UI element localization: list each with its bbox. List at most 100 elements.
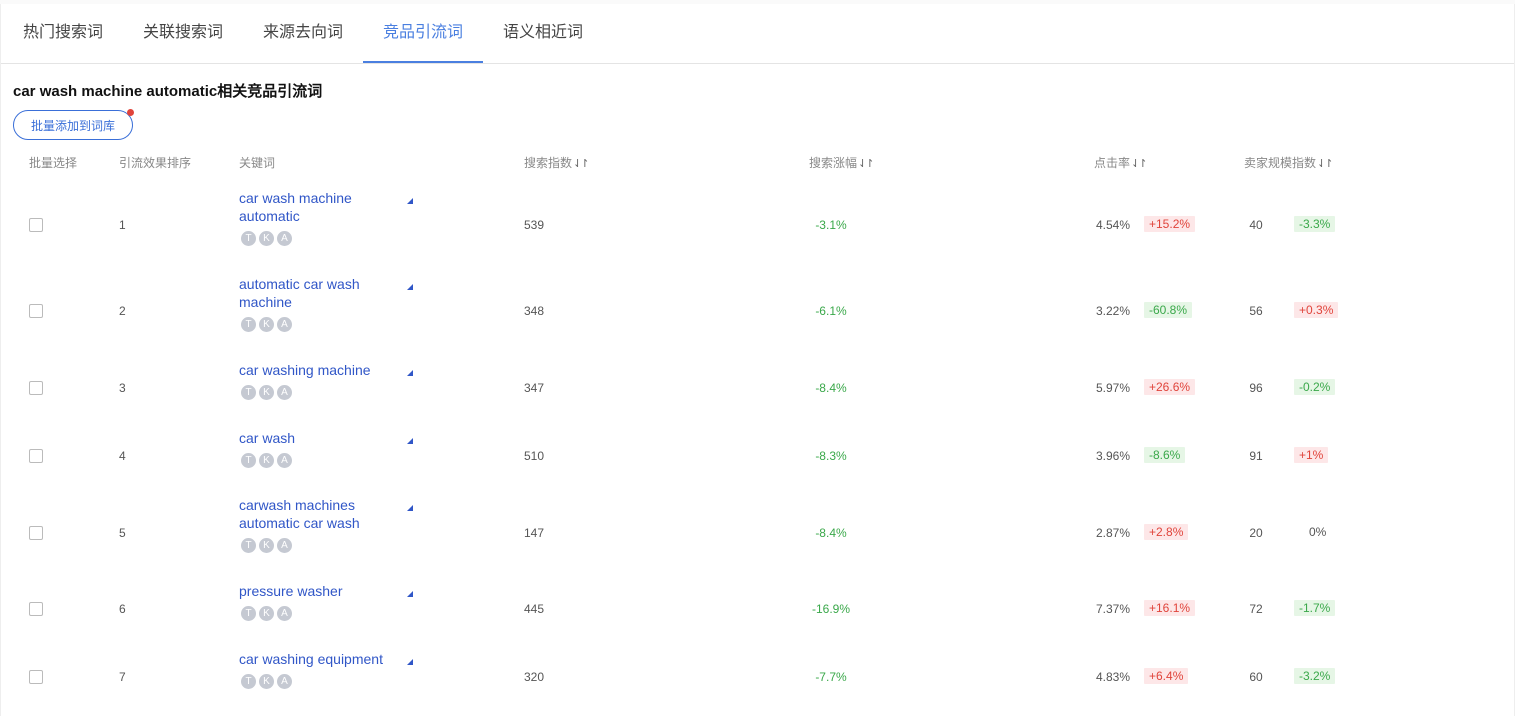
badge-k-icon: K [259, 674, 274, 689]
header-rank: 引流效果排序 [119, 156, 192, 170]
keyword-badges: TKA [241, 317, 295, 335]
keyword-link[interactable]: car wash machine automatic [239, 189, 404, 225]
search-growth-value: -8.4% [815, 381, 847, 395]
seller-change-badge: -0.2% [1294, 379, 1336, 395]
search-index-value: 147 [524, 526, 545, 540]
badge-k-icon: K [259, 231, 274, 246]
header-search-index[interactable]: 搜索指数⇃↾ [524, 154, 590, 171]
row-checkbox[interactable] [29, 449, 43, 463]
seller-change-badge: -1.7% [1294, 600, 1336, 616]
seller-scale-value: 60 [1249, 670, 1263, 684]
badge-a-icon: A [277, 385, 292, 400]
seller-scale-value: 91 [1249, 449, 1263, 463]
search-growth-value: -6.1% [815, 304, 847, 318]
header-search-growth-label: 搜索涨幅 [809, 156, 858, 170]
row-checkbox[interactable] [29, 670, 43, 684]
header-seller-scale[interactable]: 卖家规模指数⇃↾ [1244, 154, 1334, 171]
header-search-index-label: 搜索指数 [524, 156, 573, 170]
search-index-value: 347 [524, 381, 545, 395]
keyword-link[interactable]: car wash [239, 429, 404, 447]
ctr-change-badge: -8.6% [1144, 447, 1186, 463]
search-growth-value: -16.9% [811, 602, 851, 616]
search-index-value: 510 [524, 449, 545, 463]
expand-triangle-icon[interactable] [407, 284, 413, 290]
rank-value: 6 [119, 602, 126, 616]
badge-t-icon: T [241, 385, 256, 400]
expand-triangle-icon[interactable] [407, 370, 413, 376]
tab-source-destination[interactable]: 来源去向词 [263, 4, 343, 63]
batch-add-label: 批量添加到词库 [30, 119, 115, 133]
ctr-value: 2.87% [1095, 526, 1130, 540]
keyword-link[interactable]: car washing machine [239, 361, 404, 379]
expand-triangle-icon[interactable] [407, 505, 413, 511]
row-checkbox[interactable] [29, 304, 43, 318]
tab-semantic-similar[interactable]: 语义相近词 [503, 4, 583, 63]
keyword-link[interactable]: automatic car wash machine [239, 275, 404, 311]
tab-related-search[interactable]: 关联搜索词 [143, 4, 223, 63]
sort-icon[interactable]: ⇃↾ [573, 158, 590, 170]
ctr-change-badge: +15.2% [1144, 216, 1196, 232]
header-seller-scale-label: 卖家规模指数 [1244, 156, 1317, 170]
ctr-change-badge: -60.8% [1144, 302, 1193, 318]
ctr-value: 4.54% [1095, 218, 1130, 232]
rank-value: 2 [119, 304, 126, 318]
rank-value: 1 [119, 218, 126, 232]
badge-k-icon: K [259, 538, 274, 553]
badge-a-icon: A [277, 674, 292, 689]
keyword-badges: TKA [241, 385, 295, 403]
row-checkbox[interactable] [29, 218, 43, 232]
seller-scale-value: 40 [1249, 218, 1263, 232]
badge-t-icon: T [241, 317, 256, 332]
row-checkbox[interactable] [29, 602, 43, 616]
row-checkbox[interactable] [29, 381, 43, 395]
keyword-badges: TKA [241, 231, 295, 249]
header-select: 批量选择 [29, 156, 78, 170]
seller-change-badge: +0.3% [1294, 302, 1339, 318]
seller-change-badge: 0% [1309, 525, 1327, 539]
search-index-value: 539 [524, 218, 545, 232]
ctr-change-badge: +6.4% [1144, 668, 1189, 684]
badge-t-icon: T [241, 606, 256, 621]
rank-value: 5 [119, 526, 126, 540]
sort-icon[interactable]: ⇃↾ [1317, 158, 1334, 170]
sort-icon[interactable]: ⇃↾ [858, 158, 875, 170]
ctr-value: 3.96% [1095, 449, 1130, 463]
header-search-growth[interactable]: 搜索涨幅⇃↾ [809, 154, 875, 171]
seller-change-badge: +1% [1294, 447, 1329, 463]
keyword-link[interactable]: carwash machines automatic car wash [239, 496, 404, 532]
tab-competitor-traffic[interactable]: 竞品引流词 [363, 4, 483, 63]
search-growth-value: -8.4% [815, 526, 847, 540]
search-index-value: 445 [524, 602, 545, 616]
tab-bar: 热门搜索词 关联搜索词 来源去向词 竞品引流词 语义相近词 [1, 4, 1514, 64]
keyword-badges: TKA [241, 606, 295, 624]
search-index-value: 320 [524, 670, 545, 684]
header-keyword: 关键词 [239, 156, 276, 170]
ctr-change-badge: +16.1% [1144, 600, 1196, 616]
badge-a-icon: A [277, 317, 292, 332]
badge-t-icon: T [241, 674, 256, 689]
batch-add-button[interactable]: 批量添加到词库 [13, 109, 134, 140]
header-ctr[interactable]: 点击率⇃↾ [1094, 154, 1148, 171]
keyword-link[interactable]: car washing equipment [239, 650, 404, 668]
seller-scale-value: 56 [1249, 304, 1263, 318]
badge-t-icon: T [241, 231, 256, 246]
rank-value: 4 [119, 449, 126, 463]
expand-triangle-icon[interactable] [407, 198, 413, 204]
seller-scale-value: 20 [1249, 526, 1263, 540]
badge-k-icon: K [259, 317, 274, 332]
ctr-change-badge: +2.8% [1144, 524, 1189, 540]
badge-k-icon: K [259, 385, 274, 400]
tab-hot-search[interactable]: 热门搜索词 [23, 4, 103, 63]
notification-dot [127, 109, 134, 116]
badge-a-icon: A [277, 453, 292, 468]
sort-icon[interactable]: ⇃↾ [1131, 158, 1148, 170]
ctr-value: 4.83% [1095, 670, 1130, 684]
row-checkbox[interactable] [29, 526, 43, 540]
expand-triangle-icon[interactable] [407, 591, 413, 597]
seller-scale-value: 96 [1249, 381, 1263, 395]
expand-triangle-icon[interactable] [407, 438, 413, 444]
keyword-link[interactable]: pressure washer [239, 582, 404, 600]
ctr-value: 7.37% [1095, 602, 1130, 616]
badge-a-icon: A [277, 606, 292, 621]
expand-triangle-icon[interactable] [407, 659, 413, 665]
